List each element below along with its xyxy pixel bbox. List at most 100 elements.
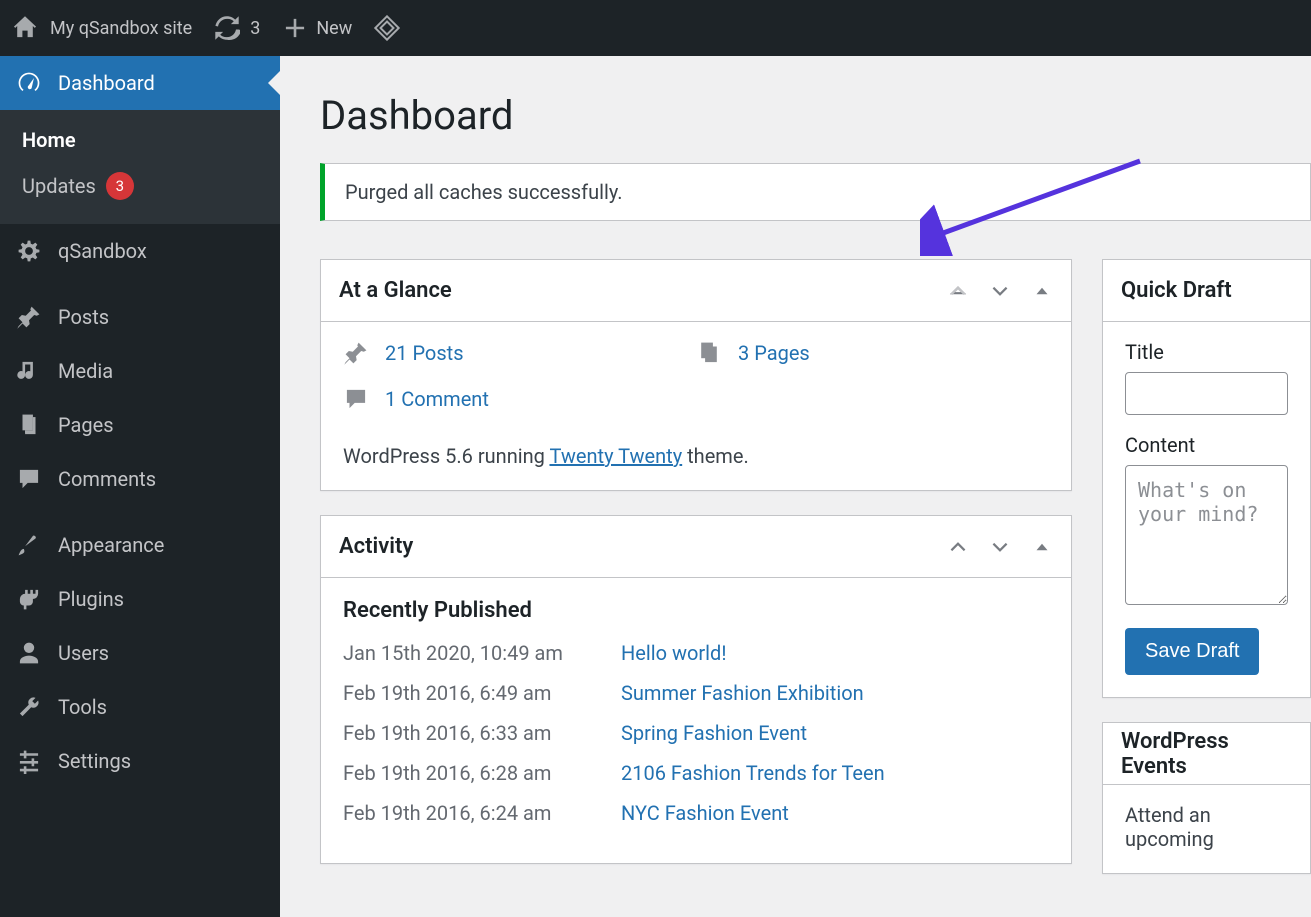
events-title: WordPress Events xyxy=(1121,729,1292,779)
toggle-button[interactable] xyxy=(1031,536,1053,558)
menu-users[interactable]: Users xyxy=(0,626,280,680)
postbox-actions xyxy=(947,536,1053,558)
postbox-header: Quick Draft xyxy=(1103,260,1310,322)
menu-dashboard[interactable]: Dashboard xyxy=(0,56,280,110)
menu-settings[interactable]: Settings xyxy=(0,734,280,788)
home-icon xyxy=(12,15,38,41)
adminbar-litespeed[interactable] xyxy=(374,15,410,41)
updates-badge: 3 xyxy=(106,172,134,200)
pages-icon xyxy=(696,340,726,366)
activity-link[interactable]: Spring Fashion Event xyxy=(621,721,807,745)
wrench-icon xyxy=(16,694,42,720)
activity-link[interactable]: 2106 Fashion Trends for Teen xyxy=(621,761,885,785)
activity-title: Activity xyxy=(339,534,413,559)
glance-comments-link[interactable]: 1 Comment xyxy=(385,387,489,411)
postbox-actions xyxy=(947,280,1053,302)
menu-comments-label: Comments xyxy=(58,467,156,491)
pin-icon xyxy=(16,304,42,330)
theme-link[interactable]: Twenty Twenty xyxy=(549,444,682,468)
activity-row: Feb 19th 2016, 6:33 am Spring Fashion Ev… xyxy=(343,721,1049,745)
comment-icon xyxy=(16,466,42,492)
admin-sidebar: Dashboard Home Updates 3 qSandbox Posts … xyxy=(0,56,280,917)
adminbar-new[interactable]: New xyxy=(282,15,352,41)
events-text: Attend an upcoming xyxy=(1125,803,1288,851)
wp-version: WordPress 5.6 running Twenty Twenty them… xyxy=(343,444,1049,468)
menu-settings-label: Settings xyxy=(58,749,131,773)
menu-pages-label: Pages xyxy=(58,413,114,437)
postbox-events: WordPress Events Attend an upcoming xyxy=(1102,722,1311,874)
admin-bar: My qSandbox site 3 New xyxy=(0,0,1311,56)
activity-date: Feb 19th 2016, 6:28 am xyxy=(343,761,621,785)
notice-text: Purged all caches successfully. xyxy=(345,180,623,204)
main-content: Dashboard Purged all caches successfully… xyxy=(280,56,1311,917)
activity-date: Feb 19th 2016, 6:33 am xyxy=(343,721,621,745)
menu-qsandbox[interactable]: qSandbox xyxy=(0,224,280,278)
gear-icon xyxy=(16,238,42,264)
activity-row: Jan 15th 2020, 10:49 am Hello world! xyxy=(343,641,1049,665)
activity-date: Feb 19th 2016, 6:49 am xyxy=(343,681,621,705)
pin-icon xyxy=(343,340,373,366)
menu-plugins[interactable]: Plugins xyxy=(0,572,280,626)
activity-date: Feb 19th 2016, 6:24 am xyxy=(343,801,621,825)
move-down-button[interactable] xyxy=(989,280,1011,302)
postbox-header: Activity xyxy=(321,516,1071,578)
sliders-icon xyxy=(16,748,42,774)
adminbar-refresh[interactable]: 3 xyxy=(214,15,260,41)
move-down-button[interactable] xyxy=(989,536,1011,558)
success-notice: Purged all caches successfully. xyxy=(320,163,1311,221)
activity-row: Feb 19th 2016, 6:24 am NYC Fashion Event xyxy=(343,801,1049,825)
menu-plugins-label: Plugins xyxy=(58,587,124,611)
adminbar-refresh-count: 3 xyxy=(250,18,260,39)
qd-content-textarea[interactable] xyxy=(1125,465,1288,605)
adminbar-site-link[interactable]: My qSandbox site xyxy=(12,15,192,41)
glance-comments: 1 Comment xyxy=(343,386,696,412)
menu-users-label: Users xyxy=(58,641,109,665)
move-up-button[interactable] xyxy=(947,280,969,302)
menu-tools[interactable]: Tools xyxy=(0,680,280,734)
adminbar-new-label: New xyxy=(316,18,352,39)
toggle-button[interactable] xyxy=(1031,280,1053,302)
diamond-icon xyxy=(374,15,400,41)
media-icon xyxy=(16,358,42,384)
glance-posts-link[interactable]: 21 Posts xyxy=(385,341,464,365)
menu-appearance-label: Appearance xyxy=(58,533,164,557)
activity-link[interactable]: Summer Fashion Exhibition xyxy=(621,681,864,705)
activity-row: Feb 19th 2016, 6:28 am 2106 Fashion Tren… xyxy=(343,761,1049,785)
glance-pages-link[interactable]: 3 Pages xyxy=(738,341,810,365)
menu-comments[interactable]: Comments xyxy=(0,452,280,506)
qd-content-label: Content xyxy=(1125,433,1288,457)
postbox-quick-draft: Quick Draft Title Content Save Draft xyxy=(1102,259,1311,698)
menu-qsandbox-label: qSandbox xyxy=(58,239,147,263)
dashboard-icon xyxy=(16,70,42,96)
menu-media[interactable]: Media xyxy=(0,344,280,398)
menu-posts-label: Posts xyxy=(58,305,109,329)
submenu-updates[interactable]: Updates 3 xyxy=(0,162,280,210)
submenu-home[interactable]: Home xyxy=(0,118,280,162)
activity-date: Jan 15th 2020, 10:49 am xyxy=(343,641,621,665)
brush-icon xyxy=(16,532,42,558)
postbox-activity: Activity Recently Published Jan 15th 202… xyxy=(320,515,1072,864)
postbox-header: WordPress Events xyxy=(1103,723,1310,785)
menu-pages[interactable]: Pages xyxy=(0,398,280,452)
comment-icon xyxy=(343,386,373,412)
page-title: Dashboard xyxy=(320,92,1311,139)
qd-title-input[interactable] xyxy=(1125,372,1288,415)
submenu-dashboard: Home Updates 3 xyxy=(0,110,280,224)
save-draft-button[interactable]: Save Draft xyxy=(1125,628,1259,675)
menu-posts[interactable]: Posts xyxy=(0,290,280,344)
pages-icon xyxy=(16,412,42,438)
menu-tools-label: Tools xyxy=(58,695,107,719)
activity-subtitle: Recently Published xyxy=(343,598,1049,623)
activity-row: Feb 19th 2016, 6:49 am Summer Fashion Ex… xyxy=(343,681,1049,705)
activity-link[interactable]: Hello world! xyxy=(621,641,726,665)
adminbar-site-name: My qSandbox site xyxy=(50,18,192,39)
move-up-button[interactable] xyxy=(947,536,969,558)
glance-pages: 3 Pages xyxy=(696,340,1049,366)
refresh-icon xyxy=(214,15,240,41)
quickdraft-title: Quick Draft xyxy=(1121,278,1232,303)
activity-link[interactable]: NYC Fashion Event xyxy=(621,801,789,825)
postbox-at-a-glance: At a Glance 21 Posts xyxy=(320,259,1072,491)
menu-media-label: Media xyxy=(58,359,113,383)
menu-dashboard-label: Dashboard xyxy=(58,71,155,95)
menu-appearance[interactable]: Appearance xyxy=(0,518,280,572)
